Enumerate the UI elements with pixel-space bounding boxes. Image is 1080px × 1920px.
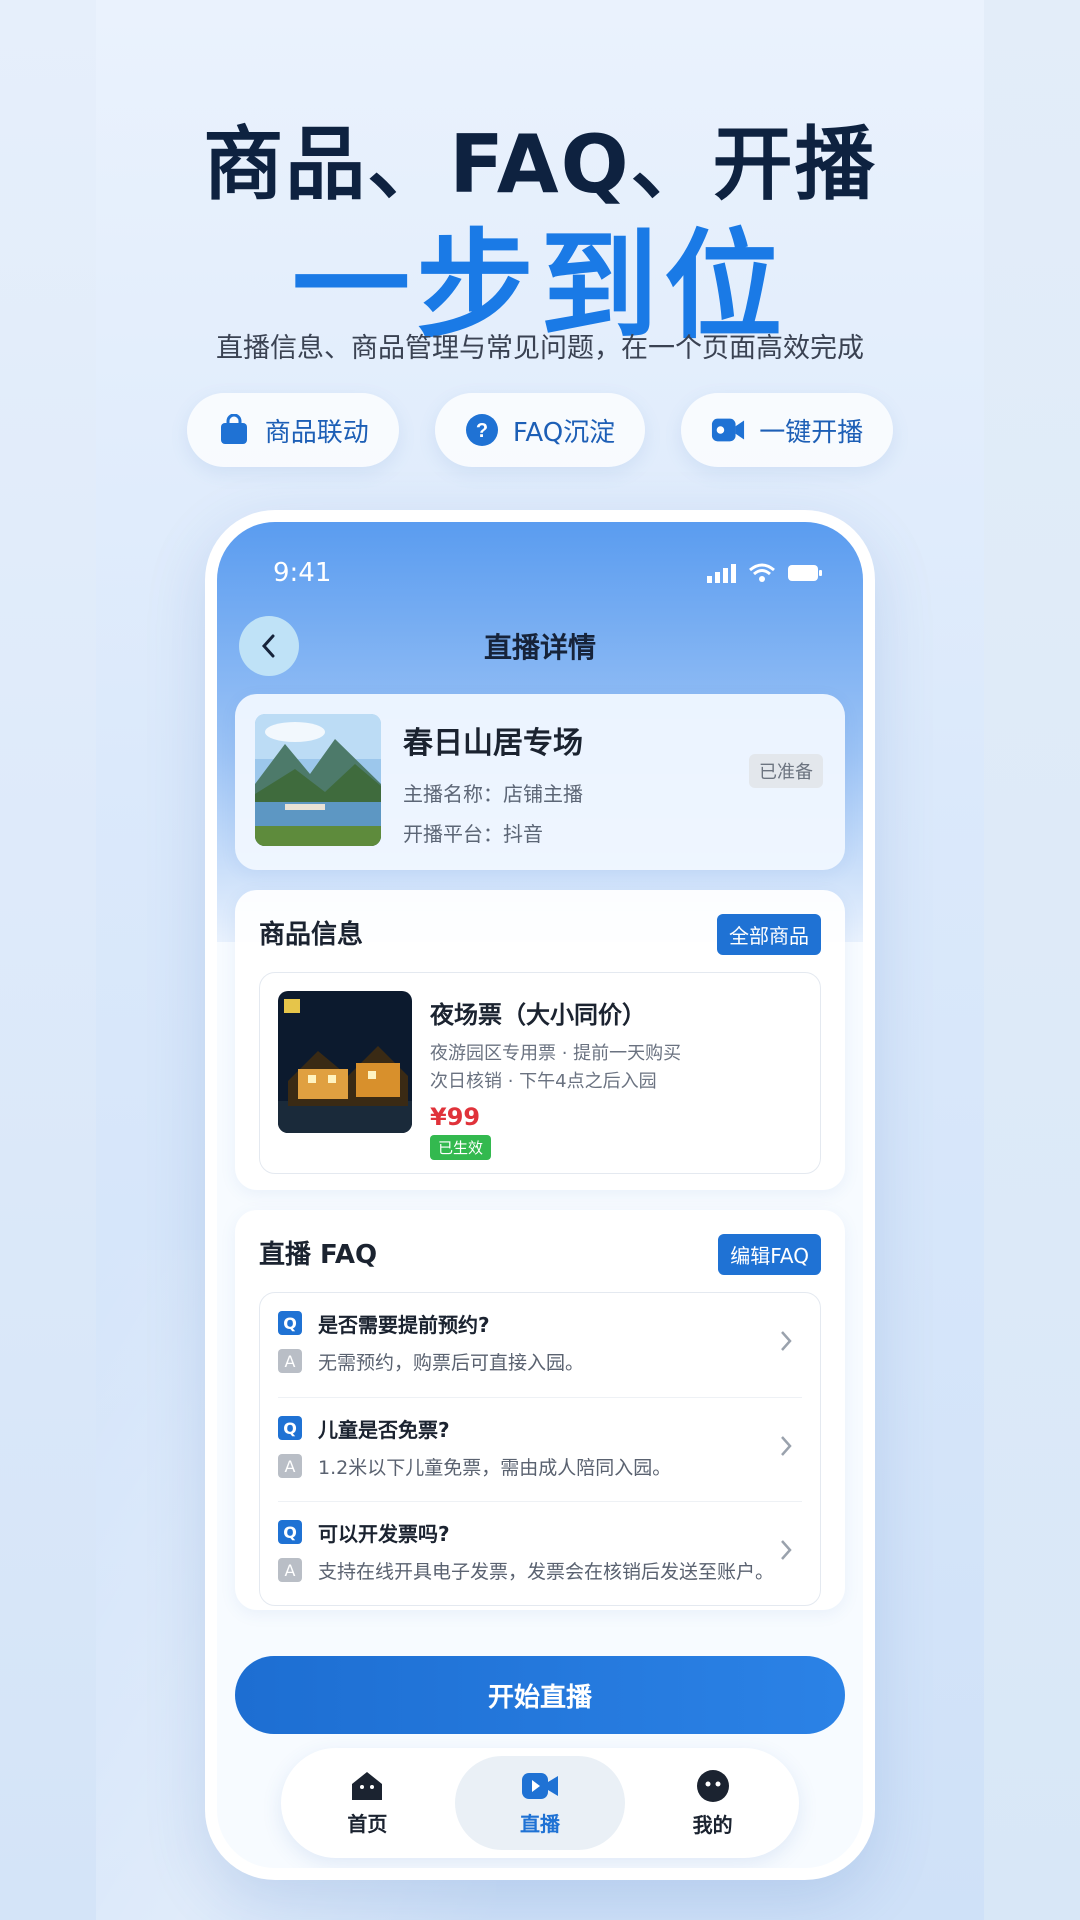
feature-chips: 商品联动 ? FAQ沉淀 一键开播 <box>0 393 1080 467</box>
chip-faq[interactable]: ? FAQ沉淀 <box>434 393 646 467</box>
faq-item[interactable]: Q 儿童是否免票? A 1.2米以下儿童免票，需由成人陪同入园。 <box>278 1397 802 1502</box>
status-badge: 已准备 <box>749 754 823 788</box>
all-goods-button[interactable]: 全部商品 <box>717 914 821 955</box>
question-tag: Q <box>278 1311 302 1335</box>
shopping-bag-icon <box>217 413 251 447</box>
faq-answer: 支持在线开具电子发票，发票会在核销后发送至账户。 <box>318 1561 775 1583</box>
goods-desc-1: 夜游园区专用票 · 提前一天购买 <box>430 1043 682 1064</box>
goods-section-title: 商品信息 <box>259 920 364 950</box>
faq-item[interactable]: Q 可以开发票吗? A 支持在线开具电子发票，发票会在核销后发送至账户。 <box>278 1501 802 1606</box>
faq-list: Q 是否需要提前预约? A 无需预约，购票后可直接入园。 Q 儿童是否免票? A… <box>259 1292 821 1606</box>
tab-label: 直播 <box>519 1811 560 1836</box>
start-live-button[interactable]: 开始直播 <box>235 1656 845 1734</box>
faq-question: 可以开发票吗? <box>318 1522 450 1546</box>
chevron-right-icon <box>781 1540 792 1560</box>
chevron-right-icon <box>781 1331 792 1351</box>
faq-section-title: 直播 FAQ <box>259 1240 378 1270</box>
live-icon <box>521 1772 558 1799</box>
tab-label: 我的 <box>692 1812 733 1837</box>
chip-one-click-live[interactable]: 一键开播 <box>681 393 894 467</box>
faq-question: 儿童是否免票? <box>318 1418 450 1442</box>
chip-label: 商品联动 <box>264 417 369 448</box>
faq-section: 直播 FAQ 编辑FAQ Q 是否需要提前预约? A 无需预约，购票后可直接入园… <box>235 1210 845 1610</box>
answer-tag: A <box>278 1349 302 1373</box>
question-tag: Q <box>278 1416 302 1440</box>
goods-price: ¥99 <box>430 1103 481 1131</box>
battery-icon <box>788 565 822 581</box>
nav-bar: 直播详情 <box>217 616 863 686</box>
goods-item[interactable]: 夜场票（大小同价） 夜游园区专用票 · 提前一天购买 次日核销 · 下午4点之后… <box>259 972 821 1174</box>
tab-home[interactable]: 首页 <box>282 1756 452 1850</box>
home-icon <box>352 1771 383 1800</box>
goods-desc-2: 次日核销 · 下午4点之后入园 <box>430 1071 657 1092</box>
faq-answer: 无需预约，购票后可直接入园。 <box>318 1352 585 1374</box>
hero-subtitle: 直播信息、商品管理与常见问题，在一个页面高效完成 <box>216 333 864 364</box>
chip-label: 一键开播 <box>759 417 864 448</box>
faq-answer: 1.2米以下儿童免票，需由成人陪同入园。 <box>318 1457 672 1479</box>
goods-title: 夜场票（大小同价） <box>430 1001 646 1029</box>
phone-mockup: 9:41 直播详情 春日山居专场 主播名称：店铺主播 开播平台：抖音 已准备 商… <box>205 510 875 1880</box>
goods-status-badge: 已生效 <box>430 1135 492 1160</box>
answer-tag: A <box>278 1454 302 1478</box>
goods-image <box>278 991 412 1133</box>
answer-tag: A <box>278 1558 302 1582</box>
status-bar: 9:41 <box>273 558 823 588</box>
status-time: 9:41 <box>273 558 332 588</box>
live-platform: 开播平台：抖音 <box>403 822 543 846</box>
anchor-name: 主播名称：店铺主播 <box>403 782 583 806</box>
faq-question: 是否需要提前预约? <box>318 1313 490 1337</box>
wifi-icon <box>749 563 775 582</box>
live-cover-image <box>255 714 381 846</box>
status-icons <box>707 558 823 588</box>
page-title: 直播详情 <box>483 631 596 664</box>
tab-bar: 首页 直播 我的 <box>281 1748 799 1858</box>
live-title: 春日山居专场 <box>403 726 583 761</box>
goods-section: 商品信息 全部商品 夜场票（大小同价） 夜游园区专用票 · 提前一天购买 次日核… <box>235 890 845 1190</box>
edit-faq-button[interactable]: 编辑FAQ <box>718 1234 821 1275</box>
profile-icon <box>696 1769 729 1802</box>
tab-profile[interactable]: 我的 <box>628 1756 798 1850</box>
chip-label: FAQ沉淀 <box>512 417 616 448</box>
video-camera-icon <box>711 413 745 447</box>
question-circle-icon: ? <box>465 413 499 447</box>
signal-icon <box>707 564 736 583</box>
faq-item[interactable]: Q 是否需要提前预约? A 无需预约，购票后可直接入园。 <box>278 1293 802 1397</box>
chip-goods-link[interactable]: 商品联动 <box>186 393 399 467</box>
svg-text:?: ? <box>476 420 488 442</box>
tab-live[interactable]: 直播 <box>454 1756 625 1850</box>
question-tag: Q <box>278 1520 302 1544</box>
tab-label: 首页 <box>347 1811 388 1836</box>
live-info-card[interactable]: 春日山居专场 主播名称：店铺主播 开播平台：抖音 已准备 <box>235 694 845 870</box>
chevron-right-icon <box>781 1436 792 1456</box>
